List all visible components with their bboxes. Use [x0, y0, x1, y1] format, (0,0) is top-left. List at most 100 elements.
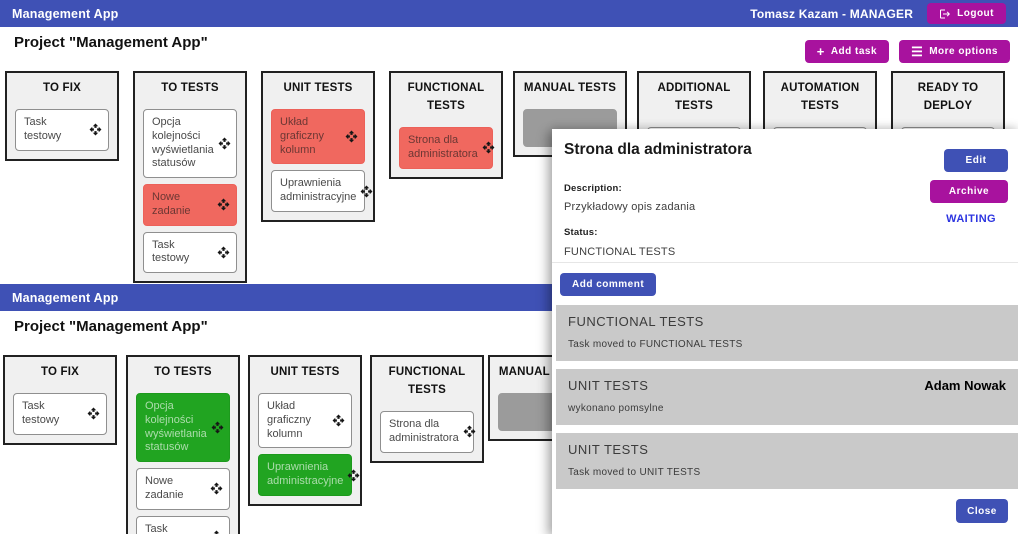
app-title: Management App	[12, 290, 119, 305]
drag-handle-icon[interactable]	[218, 137, 231, 150]
task-card-label: Task testowy	[22, 400, 60, 426]
comment-status-title: UNIT TESTS	[568, 378, 649, 393]
status-value: FUNCTIONAL TESTS	[564, 246, 676, 258]
status-label: Status:	[564, 227, 598, 238]
kanban-column: UNIT TESTS Układ graficzny kolumn Uprawnie…	[261, 71, 375, 222]
app-header: Management App Tomasz Kazam - MANAGER Lo…	[0, 0, 1018, 27]
column-title: AUTOMATION TESTS	[780, 82, 860, 112]
add-comment-button[interactable]: Add comment	[560, 273, 657, 296]
user-name: Tomasz Kazam - MANAGER	[750, 6, 914, 21]
task-card[interactable]: Task testowy	[136, 515, 230, 534]
more-options-button[interactable]: ☰ More options	[899, 40, 1010, 63]
task-card-label: Task testowy	[24, 116, 62, 142]
column-title: FUNCTIONAL TESTS	[407, 82, 485, 112]
logout-label: Logout	[957, 8, 994, 19]
column-title: READY TO DEPLOY	[917, 82, 979, 112]
kanban-column: TO FIX Task testowy	[5, 71, 119, 161]
task-card[interactable]: Nowe zadanie	[143, 184, 237, 226]
status-badge: WAITING	[946, 213, 996, 225]
drag-handle-icon[interactable]	[347, 469, 360, 482]
edit-button[interactable]: Edit	[944, 149, 1008, 172]
task-card-label: Uprawnienia administracyjne	[280, 177, 357, 203]
comment-item: UNIT TESTS Adam Nowak wykonano pomsylne	[556, 369, 1018, 425]
task-card-label: Task testowy	[152, 238, 190, 265]
comment-head: FUNCTIONAL TESTS	[568, 314, 1006, 329]
task-card[interactable]: Nowe zadanie	[136, 468, 230, 510]
app-header-right: Tomasz Kazam - MANAGER Logout	[750, 3, 1006, 24]
comment-head: UNIT TESTS Adam Nowak	[568, 378, 1006, 393]
add-task-button[interactable]: + Add task	[804, 40, 890, 63]
kanban-column: FUNCTIONAL TESTS Strona dla administrator…	[389, 71, 503, 179]
comment-status-title: UNIT TESTS	[568, 442, 649, 457]
app-title: Management App	[12, 6, 119, 21]
kanban-column: TO TESTS Opcja kolejności wyświetlania st…	[133, 71, 247, 283]
task-card[interactable]: Strona dla administratora	[399, 127, 495, 169]
column-title: FUNCTIONAL TESTS	[388, 366, 466, 396]
kanban-column: UNIT TESTS Układ graficzny kolumn Uprawnie…	[248, 355, 362, 506]
column-title: MANUAL TESTS	[523, 82, 617, 94]
description-label: Description:	[564, 183, 622, 194]
kanban-column: TO TESTS Opcja kolejności wyświetlania st…	[126, 355, 240, 534]
description-value: Przykładowy opis zadania	[564, 201, 696, 213]
drag-handle-icon[interactable]	[211, 421, 224, 434]
task-card-label: Strona dla administratora	[389, 418, 459, 444]
drag-handle-icon[interactable]	[210, 530, 223, 534]
task-card[interactable]: Task testowy	[143, 231, 237, 273]
drag-handle-icon[interactable]	[360, 185, 373, 198]
page-title: Project "Management App"	[14, 34, 208, 51]
comment-author: Adam Nowak	[924, 378, 1006, 393]
task-card[interactable]: Uprawnienia administracyjne	[258, 454, 360, 496]
column-title: TO TESTS	[154, 366, 212, 378]
task-card[interactable]: Task testowy	[13, 393, 107, 435]
modal-title: Strona dla administratora	[564, 141, 752, 158]
comment-list: FUNCTIONAL TESTS Task moved to FUNCTIONAL…	[556, 305, 1018, 497]
task-card[interactable]: Układ graficzny kolumn	[258, 393, 352, 449]
task-card-label: Układ graficzny kolumn	[280, 116, 325, 156]
comment-body: wykonano pomsylne	[568, 403, 664, 414]
task-card-label: Układ graficzny kolumn	[267, 400, 312, 440]
column-title: ADDITIONAL TESTS	[657, 82, 731, 112]
task-card[interactable]: Uprawnienia administracyjne	[271, 170, 373, 212]
comment-item: UNIT TESTS Task moved to UNIT TESTS	[556, 433, 1018, 489]
drag-handle-icon[interactable]	[463, 425, 476, 438]
task-card-label: Strona dla administratora	[408, 134, 478, 160]
drag-handle-icon[interactable]	[87, 407, 100, 420]
drag-handle-icon[interactable]	[210, 482, 223, 495]
column-title: UNIT TESTS	[270, 366, 340, 378]
drag-handle-icon[interactable]	[89, 123, 102, 136]
comment-body: Task moved to FUNCTIONAL TESTS	[568, 339, 743, 350]
menu-icon: ☰	[911, 44, 924, 59]
page-title: Project "Management App"	[14, 318, 208, 335]
drag-handle-icon[interactable]	[217, 198, 230, 211]
task-details-modal: Strona dla administratora Edit Archive W…	[552, 129, 1018, 534]
comment-body: Task moved to UNIT TESTS	[568, 467, 701, 478]
divider	[552, 262, 1018, 263]
column-title: TO TESTS	[161, 82, 219, 94]
more-options-label: More options	[929, 46, 998, 57]
drag-handle-icon[interactable]	[217, 246, 230, 259]
task-card[interactable]: Opcja kolejności wyświetlania statusów	[136, 393, 230, 462]
task-card-label: Opcja kolejności wyświetlania statusów	[145, 400, 207, 454]
kanban-column: TO FIX Task testowy	[3, 355, 117, 445]
task-card[interactable]: Układ graficzny kolumn	[271, 109, 365, 165]
toolbar: + Add task ☰ More options	[804, 40, 1010, 63]
drag-handle-icon[interactable]	[482, 141, 495, 154]
close-button[interactable]: Close	[956, 499, 1008, 523]
logout-button[interactable]: Logout	[927, 3, 1006, 24]
task-card[interactable]: Strona dla administratora	[380, 411, 476, 453]
column-title: TO FIX	[42, 82, 82, 94]
task-card[interactable]: Opcja kolejności wyświetlania statusów	[143, 109, 237, 178]
task-card[interactable]: Task testowy	[15, 109, 109, 151]
task-card-label: Task testowy	[145, 522, 168, 534]
logout-icon	[940, 9, 951, 18]
task-card-label: Opcja kolejności wyświetlania statusów	[152, 116, 214, 170]
task-card-label: Nowe zadanie	[152, 191, 191, 217]
task-card-label: Uprawnienia administracyjne	[267, 461, 344, 487]
column-title: TO FIX	[40, 366, 80, 378]
task-card-label: Nowe zadanie	[145, 475, 184, 501]
drag-handle-icon[interactable]	[332, 414, 345, 427]
drag-handle-icon[interactable]	[345, 130, 358, 143]
comment-head: UNIT TESTS	[568, 442, 1006, 457]
archive-button[interactable]: Archive	[930, 180, 1008, 203]
column-title: UNIT TESTS	[283, 82, 353, 94]
